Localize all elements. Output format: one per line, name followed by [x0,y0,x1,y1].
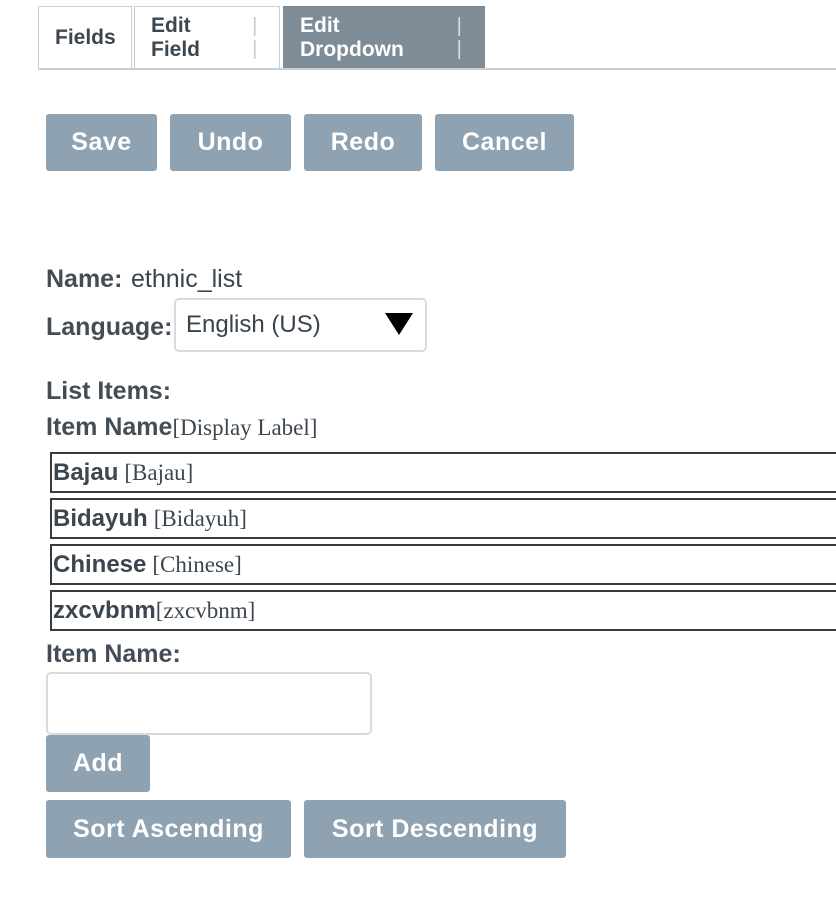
item-name: zxcvbnm [53,596,156,624]
undo-button[interactable]: Undo [170,114,291,171]
tab-label: Fields [55,25,116,49]
item-name-input[interactable] [46,672,372,735]
item-name: Bajau [53,458,119,486]
tab-bar: Fields Edit Field | | Edit Dropdown | | [38,6,836,70]
redo-button[interactable]: Redo [304,114,422,171]
item-display-label: [Bajau] [124,459,194,485]
tab-edit-dropdown[interactable]: Edit Dropdown | | [283,6,485,68]
dropdown-arrow-icon [385,313,413,335]
item-name: Chinese [53,550,147,578]
item-name-header: Item Name [46,413,173,441]
item-name-label: Item Name: [46,640,181,668]
sort-descending-button[interactable]: Sort Descending [304,800,566,858]
list-item[interactable]: Bajau [Bajau] [50,452,836,493]
sort-ascending-button[interactable]: Sort Ascending [46,800,291,858]
edit-dropdown-page: Fields Edit Field | | Edit Dropdown | | … [0,0,836,906]
add-button[interactable]: Add [46,735,150,792]
language-label: Language: [46,313,173,341]
tab-fields[interactable]: Fields [38,6,132,68]
tab-label: Edit Dropdown [300,13,404,61]
item-name: Bidayuh [53,504,148,532]
cancel-button[interactable]: Cancel [435,114,574,171]
list-items-label: List Items: [46,377,172,405]
list-item[interactable]: zxcvbnm [zxcvbnm] [50,590,836,631]
list-item[interactable]: Chinese [Chinese] [50,544,836,585]
list-item[interactable]: Bidayuh [Bidayuh] [50,498,836,539]
tab-label: Edit Field [151,13,201,61]
item-display-label: [zxcvbnm] [155,597,256,623]
item-display-label: [Chinese] [152,551,242,577]
save-button[interactable]: Save [46,114,157,171]
item-display-label: [Bidayuh] [153,505,247,531]
tab-separator: | | [456,14,466,60]
list-header: Item Name[Display Label] [46,413,317,442]
language-select[interactable]: English (US) [174,298,427,352]
name-value: ethnic_list [131,265,243,293]
tab-edit-field[interactable]: Edit Field | | [134,6,280,68]
name-label: Name: [46,265,123,293]
language-selected-value: English (US) [186,311,321,338]
tab-separator: | | [252,14,262,60]
display-label-header: [Display Label] [172,415,318,440]
